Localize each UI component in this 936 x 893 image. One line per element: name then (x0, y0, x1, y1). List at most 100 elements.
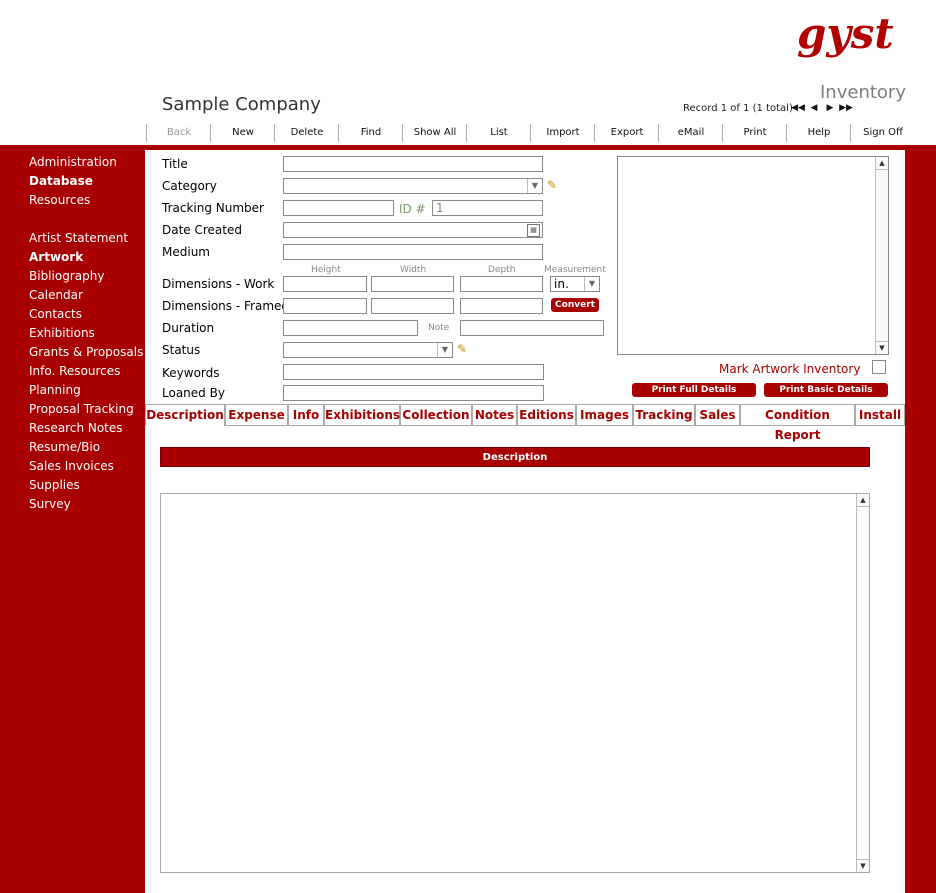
sidebar-item-proposal-tracking[interactable]: Proposal Tracking (29, 402, 134, 416)
width-label: Width (400, 265, 427, 275)
scroll-up-icon[interactable]: ▲ (876, 157, 888, 170)
dimensions-framed-label: Dimensions - Framed (162, 299, 290, 313)
measurement-label: Measurement (544, 265, 606, 275)
tab-bar: Description Expense Info Exhibitions Collect… (145, 404, 905, 442)
company-name: Sample Company (162, 94, 321, 115)
id-field[interactable]: 1 (432, 200, 543, 216)
toolbar-export-button[interactable]: Export (594, 124, 659, 142)
tracking-number-field[interactable] (283, 200, 394, 216)
title-label: Title (162, 157, 188, 171)
loaned-by-field[interactable] (283, 385, 544, 401)
framed-depth-field[interactable] (460, 298, 543, 314)
toolbar-back-button[interactable]: Back (146, 124, 211, 142)
scroll-up-icon[interactable]: ▲ (857, 494, 869, 507)
keywords-label: Keywords (162, 366, 220, 380)
work-height-field[interactable] (283, 276, 367, 292)
edit-category-pencil-icon[interactable]: ✎ (547, 178, 557, 192)
duration-field[interactable] (283, 320, 418, 336)
toolbar-print-button[interactable]: Print (722, 124, 787, 142)
sidebar-item-contacts[interactable]: Contacts (29, 307, 82, 321)
record-navigation: ◀◀ ◀ ▶ ▶▶ (790, 103, 854, 113)
framed-height-field[interactable] (283, 298, 367, 314)
status-dropdown[interactable]: ▼ (283, 342, 453, 358)
chevron-down-icon: ▼ (527, 179, 542, 193)
chevron-down-icon: ▼ (584, 277, 599, 291)
calendar-icon[interactable]: ▦ (527, 224, 540, 237)
measurement-dropdown[interactable]: in. ▼ (550, 276, 600, 292)
previous-record-icon[interactable]: ◀ (806, 103, 822, 113)
toolbar-show-all-button[interactable]: Show All (402, 124, 467, 142)
measurement-value: in. (554, 277, 569, 291)
next-record-icon[interactable]: ▶ (822, 103, 838, 113)
work-width-field[interactable] (371, 276, 454, 292)
tab-description[interactable]: Description (145, 404, 225, 426)
tab-images[interactable]: Images (576, 404, 633, 425)
toolbar-sign-off-button[interactable]: Sign Off (850, 124, 915, 142)
date-created-label: Date Created (162, 223, 242, 237)
toolbar-new-button[interactable]: New (210, 124, 275, 142)
print-full-details-button[interactable]: Print Full Details (632, 383, 756, 397)
framed-width-field[interactable] (371, 298, 454, 314)
last-record-icon[interactable]: ▶▶ (838, 103, 854, 113)
sidebar-item-survey[interactable]: Survey (29, 497, 71, 511)
sidebar-item-exhibitions[interactable]: Exhibitions (29, 326, 95, 340)
sidebar-item-supplies[interactable]: Supplies (29, 478, 80, 492)
toolbar: Back New Delete Find Show All List Import Expor… (146, 124, 916, 142)
category-dropdown[interactable]: ▼ (283, 178, 543, 194)
sidebar-item-calendar[interactable]: Calendar (29, 288, 83, 302)
sidebar-item-resources[interactable]: Resources (29, 193, 90, 207)
sidebar-item-bibliography[interactable]: Bibliography (29, 269, 104, 283)
medium-field[interactable] (283, 244, 543, 260)
sidebar-item-administration[interactable]: Administration (29, 155, 117, 169)
tab-exhibitions[interactable]: Exhibitions (324, 404, 400, 425)
note-label: Note (428, 323, 450, 333)
chevron-down-icon: ▼ (437, 343, 452, 357)
toolbar-email-button[interactable]: eMail (658, 124, 723, 142)
toolbar-import-button[interactable]: Import (530, 124, 595, 142)
first-record-icon[interactable]: ◀◀ (790, 103, 806, 113)
toolbar-delete-button[interactable]: Delete (274, 124, 339, 142)
work-depth-field[interactable] (460, 276, 543, 292)
sidebar-item-planning[interactable]: Planning (29, 383, 81, 397)
tab-condition-report[interactable]: Condition Report (740, 404, 855, 442)
sidebar-item-artist-statement[interactable]: Artist Statement (29, 231, 128, 245)
tab-tracking[interactable]: Tracking (633, 404, 695, 425)
note-field[interactable] (460, 320, 604, 336)
tracking-number-label: Tracking Number (162, 201, 264, 215)
gyst-logo: gyst (797, 9, 912, 62)
keywords-field[interactable] (283, 364, 544, 380)
sidebar-item-database[interactable]: Database (29, 174, 93, 188)
toolbar-find-button[interactable]: Find (338, 124, 403, 142)
artwork-image-container[interactable]: ▲ ▼ (617, 156, 889, 355)
sidebar-item-resume-bio[interactable]: Resume/Bio (29, 440, 100, 454)
status-label: Status (162, 343, 201, 357)
toolbar-help-button[interactable]: Help (786, 124, 851, 142)
tab-install[interactable]: Install (855, 404, 905, 425)
tab-notes[interactable]: Notes (472, 404, 517, 425)
description-textarea[interactable]: ▲ ▼ (160, 493, 870, 873)
tab-expense[interactable]: Expense (225, 404, 288, 425)
description-scrollbar[interactable]: ▲ ▼ (856, 494, 869, 872)
toolbar-list-button[interactable]: List (466, 124, 531, 142)
description-header: Description (160, 447, 870, 467)
scroll-down-icon[interactable]: ▼ (857, 859, 869, 872)
image-scrollbar[interactable]: ▲ ▼ (875, 157, 888, 354)
edit-status-pencil-icon[interactable]: ✎ (457, 342, 467, 356)
sidebar-item-research-notes[interactable]: Research Notes (29, 421, 123, 435)
print-basic-details-button[interactable]: Print Basic Details (764, 383, 888, 397)
sidebar-item-artwork[interactable]: Artwork (29, 250, 83, 264)
sidebar-item-grants-proposals[interactable]: Grants & Proposals (29, 345, 143, 359)
tab-collection[interactable]: Collection (400, 404, 472, 425)
mark-artwork-inventory-checkbox[interactable] (872, 360, 886, 374)
tab-sales[interactable]: Sales (695, 404, 740, 425)
convert-button[interactable]: Convert (551, 298, 599, 312)
depth-label: Depth (488, 265, 516, 275)
scroll-down-icon[interactable]: ▼ (876, 341, 888, 354)
title-field[interactable] (283, 156, 543, 172)
tab-info[interactable]: Info (288, 404, 324, 425)
tab-editions[interactable]: Editions (517, 404, 576, 425)
date-created-field[interactable]: ▦ (283, 222, 543, 238)
sidebar-item-info-resources[interactable]: Info. Resources (29, 364, 120, 378)
duration-label: Duration (162, 321, 215, 335)
sidebar-item-sales-invoices[interactable]: Sales Invoices (29, 459, 114, 473)
